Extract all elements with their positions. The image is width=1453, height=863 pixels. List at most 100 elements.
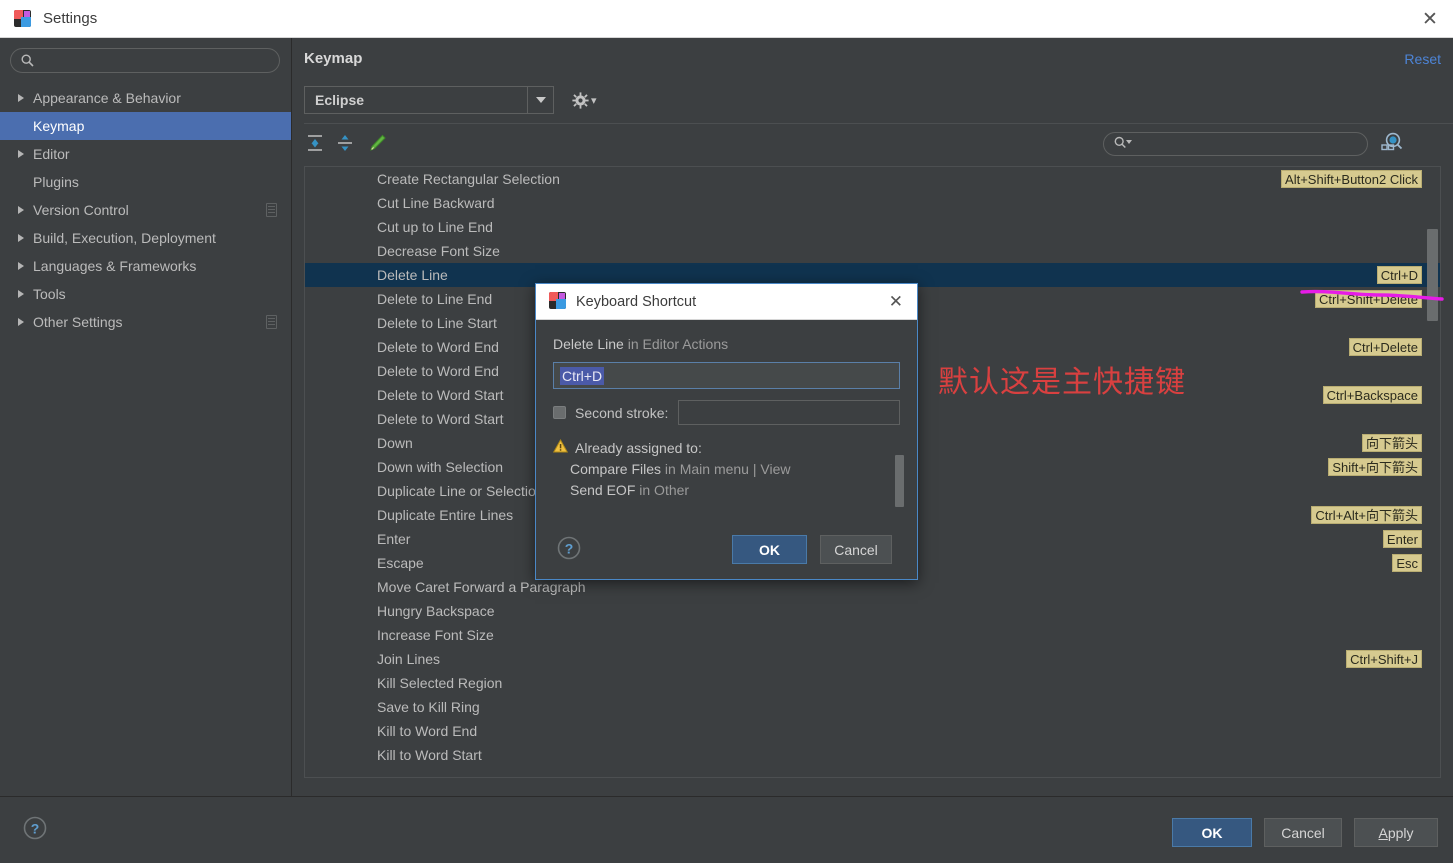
sidebar-item-keymap[interactable]: Keymap [0, 112, 291, 140]
table-row[interactable]: Hungry Backspace [305, 599, 1440, 623]
dialog-title-bar: Keyboard Shortcut ✕ [536, 284, 917, 320]
pencil-edit-icon[interactable] [366, 132, 390, 156]
action-name: Delete to Word Start [377, 387, 504, 403]
shortcut-badge: Enter [1382, 530, 1422, 548]
action-name: Delete to Word Start [377, 411, 504, 427]
second-stroke-row: Second stroke: [553, 400, 900, 425]
warning-triangle-icon [552, 438, 569, 456]
action-name: Down [377, 435, 413, 451]
first-stroke-input[interactable]: Ctrl+D [553, 362, 900, 389]
keymap-dropdown[interactable]: Eclipse [304, 86, 554, 114]
action-name: Delete to Word End [377, 363, 499, 379]
cancel-button[interactable]: Cancel [1264, 818, 1342, 847]
table-row[interactable]: Kill to Word Start [305, 743, 1440, 767]
second-stroke-label: Second stroke: [575, 404, 669, 421]
sidebar-item-other-settings[interactable]: Other Settings [0, 308, 291, 336]
search-input-box[interactable] [10, 48, 280, 73]
shortcut-badge: Alt+Shift+Button2 Click [1281, 170, 1422, 188]
action-name: Escape [377, 555, 424, 571]
second-stroke-input[interactable] [678, 400, 900, 425]
table-row[interactable]: Kill Selected Region [305, 671, 1440, 695]
table-row[interactable]: Increase Font Size [305, 623, 1440, 647]
table-row[interactable]: Create Rectangular Selection Alt+Shift+Bu… [305, 167, 1440, 191]
search-dropdown-icon [1114, 136, 1134, 152]
window-title: Settings [43, 10, 98, 27]
find-actions-input[interactable] [1138, 136, 1353, 152]
svg-text:?: ? [565, 541, 574, 557]
shortcut-badge: Ctrl+Shift+Delete [1315, 290, 1422, 308]
dialog-caption-action: Delete Line [553, 336, 624, 352]
assigned-item-action: Send EOF [570, 482, 636, 498]
table-row[interactable]: Decrease Font Size [305, 239, 1440, 263]
table-row[interactable]: Cut Line Backward [305, 191, 1440, 215]
first-stroke-value: Ctrl+D [560, 366, 605, 385]
help-question-icon[interactable]: ? [22, 815, 48, 841]
sidebar-item-editor[interactable]: Editor [0, 140, 291, 168]
already-assigned-panel: Already assigned to: Compare Files in Ma… [552, 438, 904, 507]
assigned-item: Send EOF in Other [570, 482, 900, 498]
action-name: Decrease Font Size [377, 243, 500, 259]
shortcut-badge: Ctrl+D [1376, 266, 1422, 284]
table-row[interactable]: Cut up to Line End [305, 215, 1440, 239]
chevron-down-icon[interactable] [527, 87, 553, 113]
dialog-title: Keyboard Shortcut [576, 293, 697, 310]
sidebar-item-languages-frameworks[interactable]: Languages & Frameworks [0, 252, 291, 280]
find-by-shortcut-icon[interactable] [1377, 129, 1405, 157]
sidebar-search-wrapper [0, 38, 291, 73]
action-name: Kill to Word Start [377, 747, 482, 763]
scrollbar-thumb[interactable] [1427, 229, 1438, 321]
action-name: Delete to Word End [377, 339, 499, 355]
keymap-toolbar [304, 123, 1453, 165]
sidebar-item-build-execution-deployment[interactable]: Build, Execution, Deployment [0, 224, 291, 252]
sidebar-item-tools[interactable]: Tools [0, 280, 291, 308]
table-row[interactable]: Kill to Word End [305, 719, 1440, 743]
sidebar-item-label: Keymap [33, 118, 85, 134]
apply-button[interactable]: Apply [1354, 818, 1438, 847]
keymap-dropdown-value: Eclipse [315, 92, 365, 108]
action-name: Delete to Line End [377, 291, 493, 307]
action-name: Cut Line Backward [377, 195, 495, 211]
collapse-all-icon[interactable] [334, 132, 358, 156]
dialog-caption-context: in Editor Actions [623, 336, 729, 352]
dialog-body: Delete Line in Editor Actions Ctrl+D Sec… [536, 320, 917, 507]
action-name: Duplicate Line or Selection [377, 483, 544, 499]
sidebar-item-version-control[interactable]: Version Control [0, 196, 291, 224]
sidebar-item-label: Appearance & Behavior [33, 90, 181, 106]
table-row[interactable]: Join Lines Ctrl+Shift+J [305, 647, 1440, 671]
find-actions-box[interactable] [1103, 132, 1368, 156]
second-stroke-checkbox[interactable] [553, 406, 566, 419]
action-name: Down with Selection [377, 459, 504, 475]
ok-button[interactable]: OK [1172, 818, 1252, 847]
shortcut-badge: 向下箭头 [1361, 434, 1422, 452]
table-row[interactable]: Save to Kill Ring [305, 695, 1440, 719]
actions-list-scrollbar[interactable] [1427, 167, 1438, 777]
close-icon[interactable]: ✕ [1407, 0, 1453, 38]
dialog-cancel-button[interactable]: Cancel [820, 535, 892, 564]
sidebar-item-label: Other Settings [33, 314, 123, 330]
action-name: Join Lines [377, 651, 441, 667]
expand-all-icon[interactable] [304, 132, 328, 156]
search-input[interactable] [40, 53, 250, 68]
assigned-list-scrollbar[interactable] [895, 455, 904, 507]
sidebar-item-label: Build, Execution, Deployment [33, 230, 216, 246]
sidebar-item-plugins[interactable]: Plugins [0, 168, 291, 196]
project-scope-icon [266, 203, 277, 217]
sidebar-item-label: Version Control [33, 202, 129, 218]
reset-link[interactable]: Reset [1404, 51, 1441, 67]
action-name: Kill to Word End [377, 723, 478, 739]
action-name: Kill Selected Region [377, 675, 503, 691]
assigned-item-action: Compare Files [570, 461, 662, 477]
action-name: Hungry Backspace [377, 603, 495, 619]
sidebar-item-appearance-behavior[interactable]: Appearance & Behavior [0, 84, 291, 112]
project-scope-icon [266, 315, 277, 329]
gear-icon[interactable]: ▾ [572, 89, 600, 111]
close-icon[interactable]: ✕ [889, 292, 903, 312]
jetbrains-logo-icon [14, 9, 32, 28]
chevron-right-icon [18, 206, 24, 214]
page-title: Keymap [304, 50, 363, 67]
chevron-right-icon [18, 290, 24, 298]
help-question-icon[interactable]: ? [556, 535, 582, 561]
chevron-right-icon [18, 150, 24, 158]
dialog-ok-button[interactable]: OK [732, 535, 807, 564]
keymap-header: Keymap Reset [292, 38, 1453, 82]
